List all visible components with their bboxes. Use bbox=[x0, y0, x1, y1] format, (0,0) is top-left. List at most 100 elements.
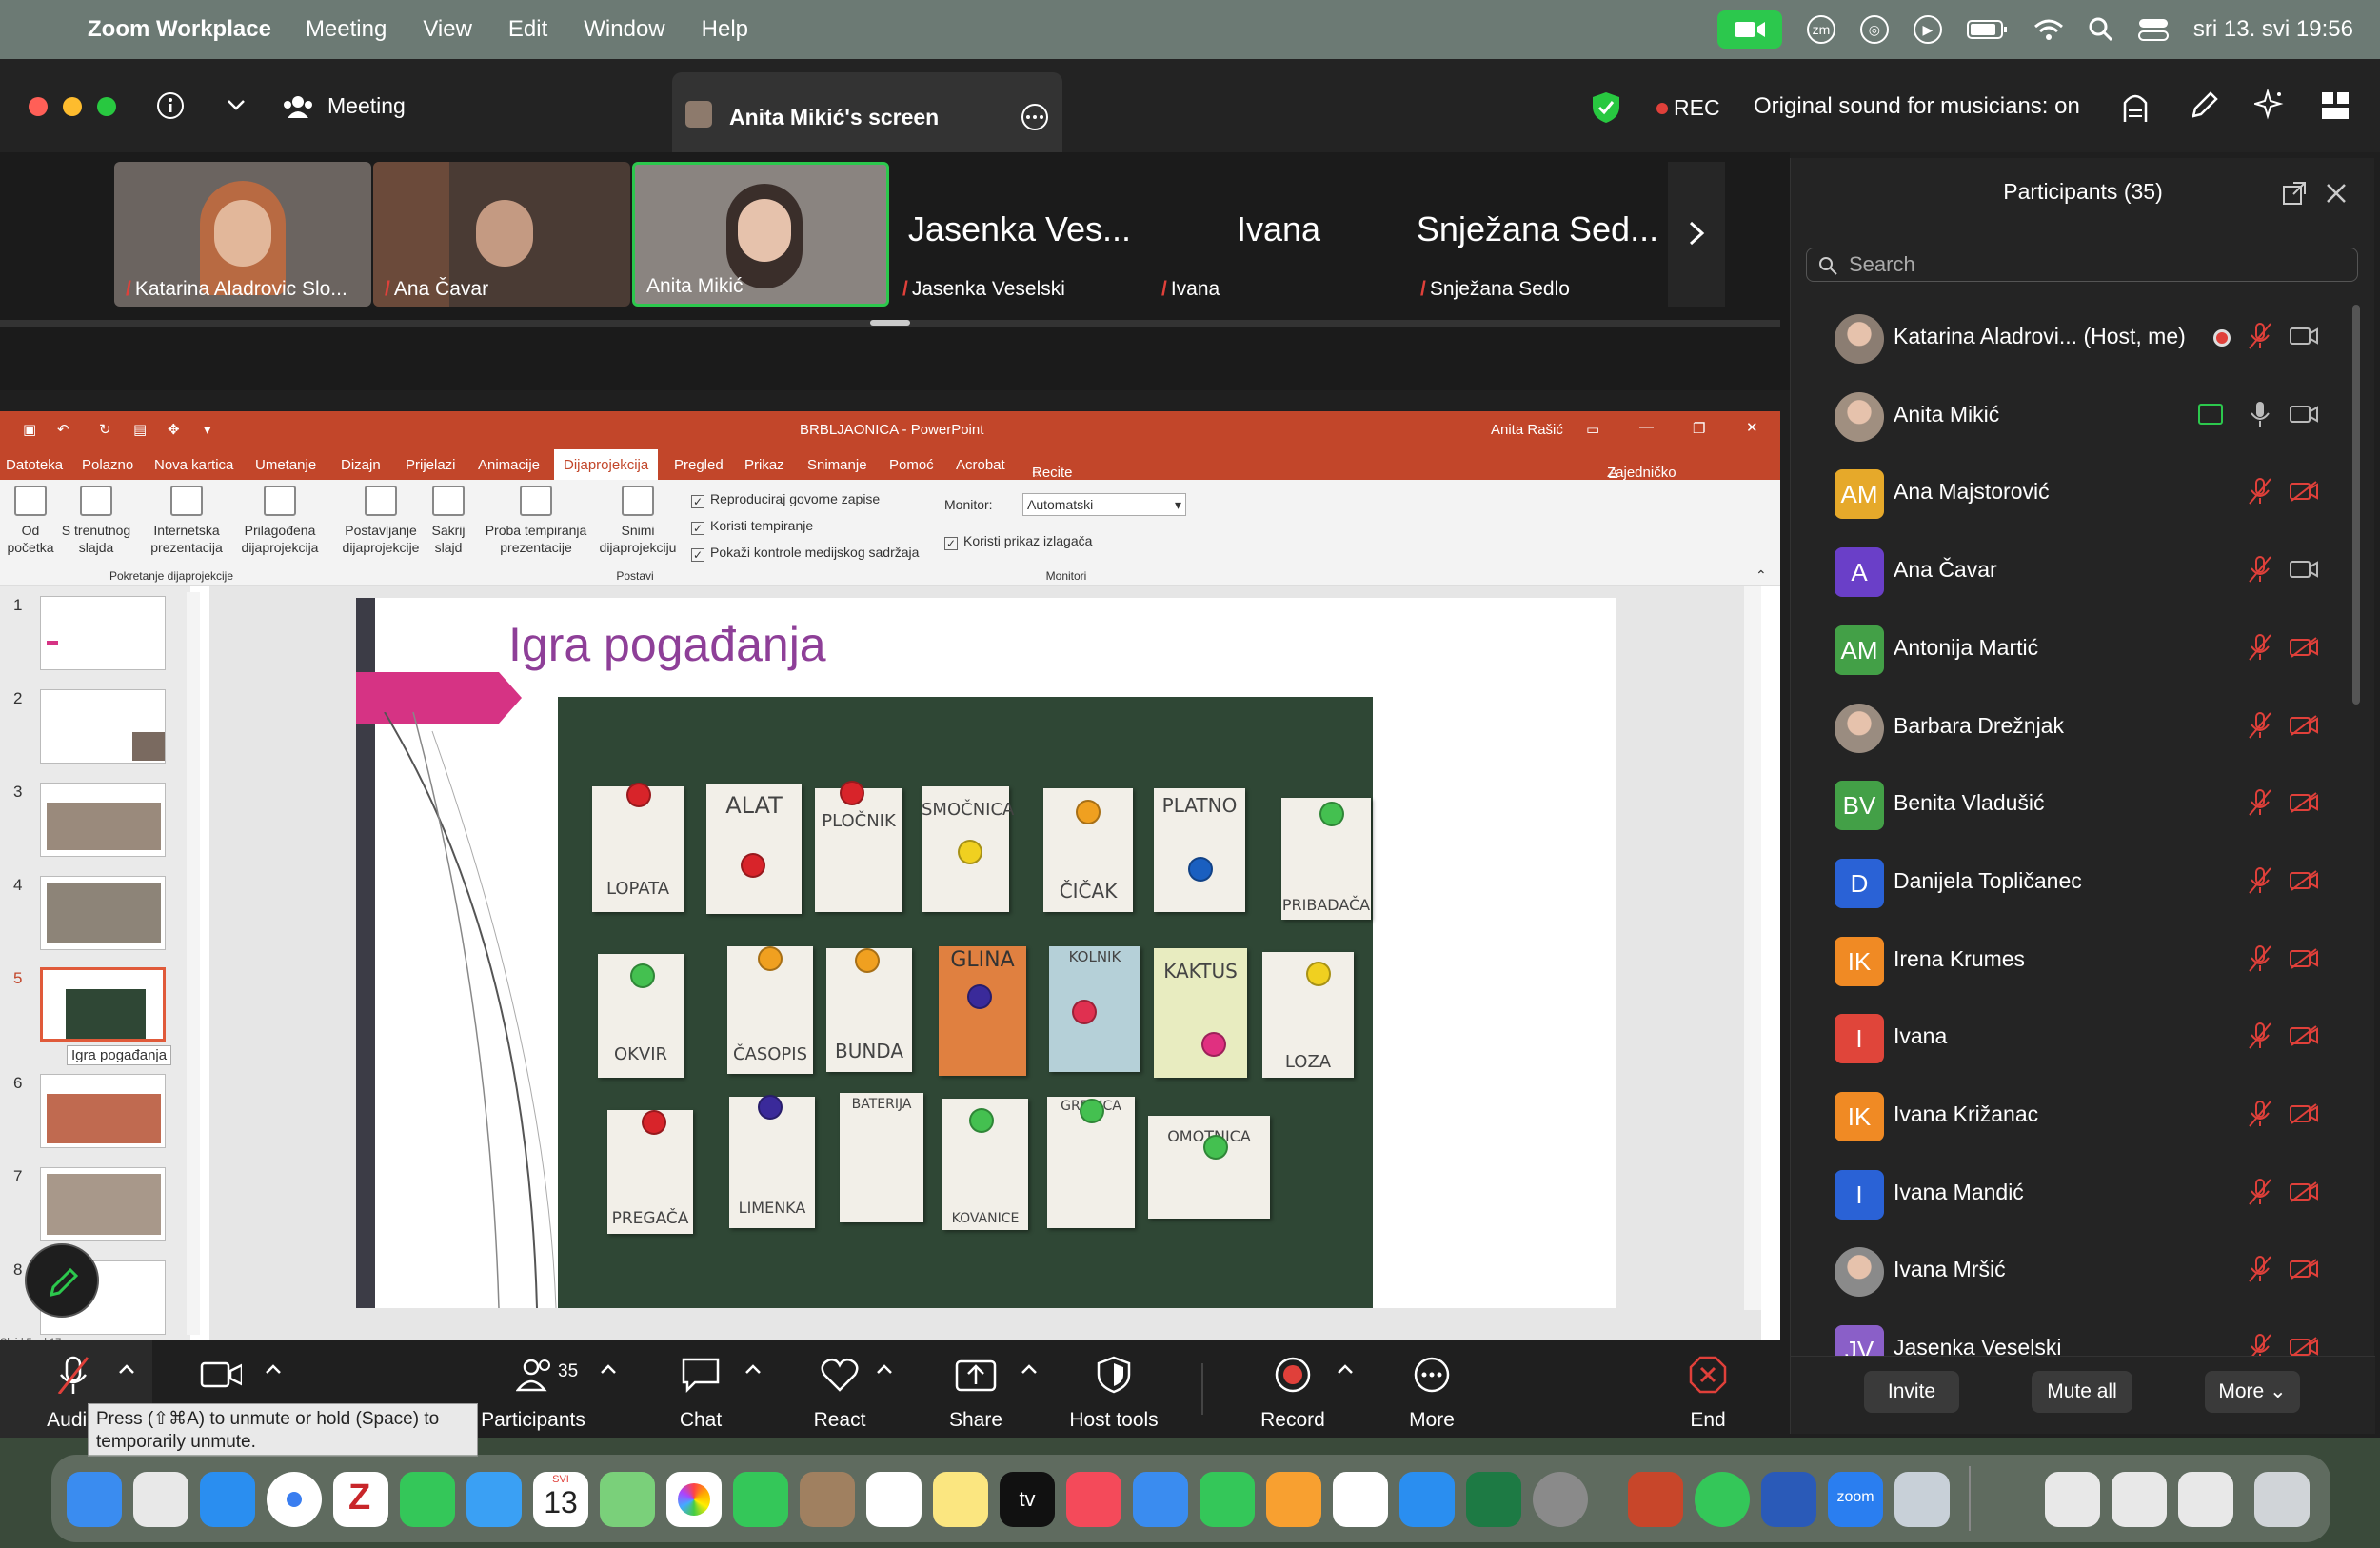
chevron-up-icon[interactable] bbox=[876, 1363, 893, 1375]
recent-document-icon[interactable] bbox=[2112, 1472, 2167, 1527]
play-icon[interactable]: ▶ bbox=[1913, 15, 1942, 44]
annotate-pen-button[interactable] bbox=[25, 1243, 99, 1318]
strip-resize-handle[interactable] bbox=[870, 320, 910, 326]
tab-prikaz[interactable]: Prikaz bbox=[744, 457, 784, 473]
camera-off-icon[interactable] bbox=[2290, 1103, 2318, 1124]
numbers-icon[interactable] bbox=[1200, 1472, 1255, 1527]
view-layout-icon[interactable] bbox=[2321, 91, 2350, 120]
keynote-icon[interactable] bbox=[1133, 1472, 1188, 1527]
video-tile[interactable]: Snježana Sed... / Snježana Sedlo bbox=[1409, 162, 1666, 307]
thumb-scrollbar[interactable] bbox=[187, 592, 200, 1335]
rehearse-timings-button[interactable]: Proba tempiranja prezentacije bbox=[476, 486, 596, 556]
slide-thumbnail[interactable] bbox=[40, 876, 166, 950]
tab-polazno[interactable]: Polazno bbox=[82, 457, 133, 473]
present-icon[interactable]: ▤ bbox=[133, 421, 147, 438]
privacy-icon[interactable]: ◎ bbox=[1859, 15, 1889, 44]
setup-slideshow-button[interactable]: Postavljanje dijaprojekcije bbox=[335, 486, 426, 556]
chevron-up-icon[interactable] bbox=[1337, 1363, 1354, 1375]
participant-row[interactable]: IK Ivana Križanac bbox=[1791, 1077, 2362, 1153]
monitor-select[interactable]: Automatski ▾ bbox=[1022, 493, 1186, 516]
spotlight-icon[interactable] bbox=[2089, 17, 2113, 42]
camera-off-icon[interactable] bbox=[2290, 637, 2318, 658]
participants-button[interactable]: 35 Participants bbox=[466, 1340, 600, 1438]
participant-row[interactable]: AM Ana Majstorović bbox=[1791, 454, 2362, 530]
tab-nova-kartica[interactable]: Nova kartica bbox=[154, 457, 233, 473]
messages-icon[interactable] bbox=[400, 1472, 455, 1527]
camera-off-icon[interactable] bbox=[2290, 1025, 2318, 1047]
battery-icon[interactable] bbox=[1966, 19, 2009, 40]
slide-thumbnail[interactable] bbox=[40, 596, 166, 670]
tab-animacije[interactable]: Animacije bbox=[478, 457, 540, 473]
search-input[interactable]: Search bbox=[1806, 248, 2358, 282]
host-tools-button[interactable]: Host tools bbox=[1047, 1340, 1180, 1438]
presenter-view-checkbox[interactable]: ✓ Koristi prikaz izlagača bbox=[944, 533, 1092, 550]
chat-button[interactable]: Chat bbox=[634, 1340, 767, 1438]
video-tile[interactable]: Jasenka Ves... / Jasenka Veselski bbox=[891, 162, 1148, 307]
slide-thumbnail[interactable] bbox=[40, 783, 166, 857]
ppt-user-name[interactable]: Anita Rašić bbox=[1491, 422, 1563, 438]
audio-settings-icon[interactable] bbox=[2121, 89, 2150, 124]
menubar-datetime[interactable]: sri 13. svi 19:56 bbox=[2193, 16, 2353, 43]
touch-mode-icon[interactable]: ✥ bbox=[168, 421, 180, 438]
app-menu-name[interactable]: Zoom Workplace bbox=[88, 16, 271, 43]
from-current-button[interactable]: S trenutnog slajda bbox=[55, 486, 137, 556]
music-icon[interactable] bbox=[1066, 1472, 1121, 1527]
chevron-up-icon[interactable] bbox=[265, 1363, 282, 1375]
info-icon[interactable] bbox=[156, 91, 185, 120]
slide-scrollbar[interactable] bbox=[1744, 586, 1761, 1310]
video-tile[interactable]: / Katarina Aladrovic Slo... bbox=[114, 162, 371, 307]
tab-dizajn[interactable]: Dizajn bbox=[341, 457, 381, 473]
participant-row[interactable]: Barbara Drežnjak bbox=[1791, 688, 2362, 764]
participant-row[interactable]: A Ana Čavar bbox=[1791, 532, 2362, 608]
more-options-icon[interactable] bbox=[1021, 103, 1049, 131]
minimize-icon[interactable]: — bbox=[1639, 419, 1654, 435]
ribbon-display-icon[interactable]: ▭ bbox=[1586, 421, 1599, 438]
whatsapp-icon[interactable] bbox=[1695, 1472, 1750, 1527]
chevron-up-icon[interactable] bbox=[600, 1363, 617, 1375]
chevron-up-icon[interactable] bbox=[744, 1363, 762, 1375]
microphone-muted-icon[interactable] bbox=[2246, 1178, 2274, 1206]
slide-thumbnail[interactable] bbox=[40, 1167, 166, 1241]
video-tile-active-speaker[interactable]: Anita Mikić bbox=[632, 162, 889, 307]
microphone-muted-icon[interactable] bbox=[2246, 711, 2274, 740]
camera-off-icon[interactable] bbox=[2290, 947, 2318, 969]
invite-button[interactable]: Invite bbox=[1864, 1371, 1959, 1413]
participant-row[interactable]: I Ivana Mandić bbox=[1791, 1155, 2362, 1231]
from-beginning-button[interactable]: Od početka bbox=[4, 486, 57, 556]
annotate-icon[interactable] bbox=[2190, 91, 2218, 120]
facetime-icon[interactable] bbox=[733, 1472, 788, 1527]
tab-snimanje[interactable]: Snimanje bbox=[807, 457, 867, 473]
app-store-icon[interactable] bbox=[1399, 1472, 1455, 1527]
share-screen-button[interactable]: Share bbox=[909, 1340, 1042, 1438]
participant-row[interactable]: BV Benita Vladušić bbox=[1791, 765, 2362, 842]
video-tile[interactable]: / Ana Čavar bbox=[373, 162, 630, 307]
zoom-app-icon[interactable]: zoom bbox=[1828, 1472, 1883, 1527]
microphone-muted-icon[interactable] bbox=[2246, 1100, 2274, 1128]
microphone-icon[interactable] bbox=[2246, 400, 2274, 428]
participant-row[interactable]: IK Irena Krumes bbox=[1791, 922, 2362, 998]
microphone-muted-icon[interactable] bbox=[2246, 1022, 2274, 1050]
chevron-up-icon[interactable] bbox=[1021, 1363, 1038, 1375]
camera-off-icon[interactable] bbox=[2290, 870, 2318, 891]
tab-acrobat[interactable]: Acrobat bbox=[956, 457, 1005, 473]
powerpoint-icon[interactable] bbox=[1628, 1472, 1683, 1527]
tab-prijelazi[interactable]: Prijelazi bbox=[406, 457, 456, 473]
ai-companion-icon[interactable] bbox=[2254, 89, 2285, 120]
tab-pregled[interactable]: Pregled bbox=[674, 457, 724, 473]
participants-more-button[interactable]: More ⌄ bbox=[2205, 1371, 2300, 1413]
participant-row[interactable]: Katarina Aladrovi... (Host, me) bbox=[1791, 299, 2362, 375]
restore-icon[interactable]: ❐ bbox=[1693, 420, 1705, 437]
control-center-icon[interactable] bbox=[2137, 18, 2169, 41]
safari-icon[interactable] bbox=[200, 1472, 255, 1527]
video-tile[interactable]: Ivana / Ivana bbox=[1150, 162, 1407, 307]
microphone-muted-icon[interactable] bbox=[2246, 788, 2274, 817]
record-slideshow-button[interactable]: Snimi dijaprojekciju bbox=[590, 486, 685, 556]
microphone-muted-icon[interactable] bbox=[2246, 866, 2274, 895]
tab-dijaprojekcija[interactable]: Dijaprojekcija bbox=[554, 449, 659, 480]
camera-off-icon[interactable] bbox=[2290, 792, 2318, 813]
photos-icon[interactable] bbox=[666, 1472, 722, 1527]
zoom-video-icon[interactable] bbox=[1716, 10, 1782, 49]
use-timings-checkbox[interactable]: ✓ Koristi tempiranje bbox=[691, 518, 813, 535]
chevron-up-icon[interactable] bbox=[118, 1363, 135, 1375]
participant-row[interactable]: Ivana Mršić bbox=[1791, 1232, 2362, 1308]
